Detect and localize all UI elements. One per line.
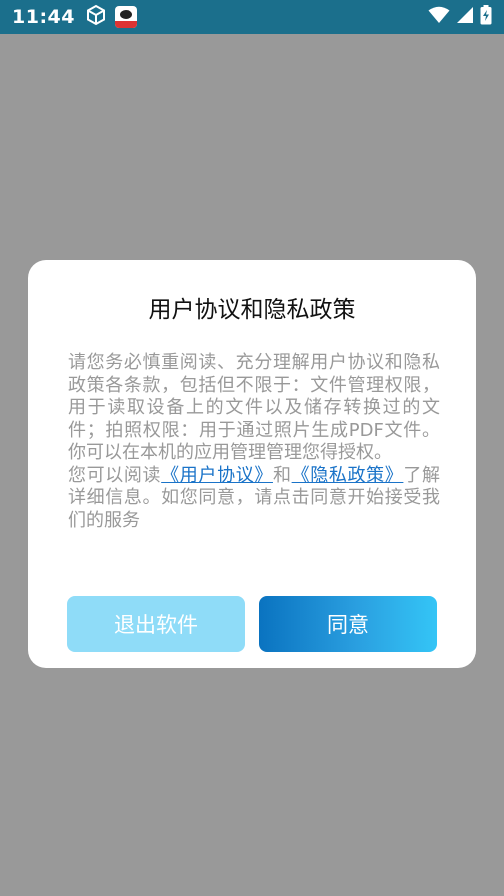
agree-button[interactable]: 同意	[259, 596, 437, 652]
dialog-body: 请您务必慎重阅读、充分理解用户协议和隐私政策各条款，包括但不限于：文件管理权限，…	[68, 352, 440, 532]
cube-icon	[85, 4, 107, 30]
user-agreement-link[interactable]: 《用户协议》	[161, 465, 273, 486]
wifi-icon	[428, 6, 450, 28]
battery-charging-icon	[480, 5, 492, 29]
status-time: 11:44	[12, 6, 75, 28]
and-text: 和	[272, 464, 292, 486]
status-right-icons	[428, 5, 492, 29]
read-more-text: 您可以阅读《用户协议》和《隐私政策》了解详细信息。如您同意，请点击同意开始接受我…	[68, 465, 440, 533]
status-bar: 11:44	[0, 0, 504, 34]
exit-app-button[interactable]: 退出软件	[67, 596, 245, 652]
status-left-icons	[85, 4, 137, 30]
read-prefix: 您可以阅读	[68, 464, 162, 486]
cellular-signal-icon	[456, 6, 474, 28]
dialog-title: 用户协议和隐私政策	[148, 297, 356, 323]
agreement-text: 请您务必慎重阅读、充分理解用户协议和隐私政策各条款，包括但不限于：文件管理权限，…	[68, 352, 440, 463]
agreement-dialog: 用户协议和隐私政策 请您务必慎重阅读、充分理解用户协议和隐私政策各条款，包括但不…	[28, 260, 476, 668]
app-notification-icon	[114, 6, 137, 28]
privacy-policy-link[interactable]: 《隐私政策》	[292, 465, 404, 486]
